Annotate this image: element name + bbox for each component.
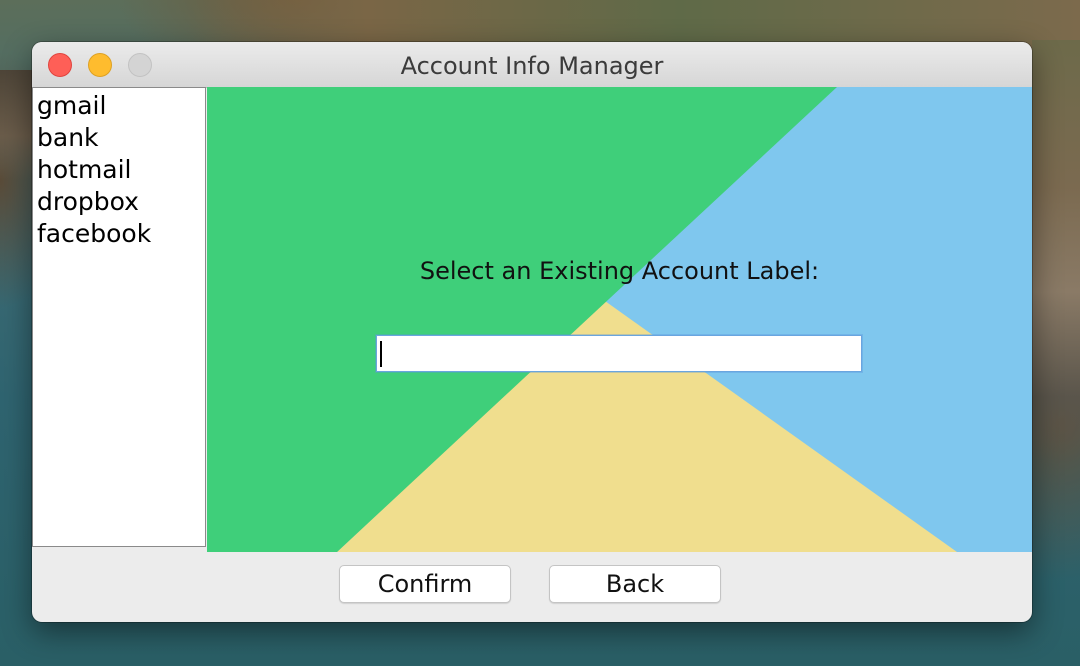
list-item[interactable]: dropbox (33, 186, 205, 218)
list-item[interactable]: bank (33, 122, 205, 154)
list-item[interactable]: facebook (33, 218, 205, 250)
back-button[interactable]: Back (549, 565, 721, 603)
content-panel: Select an Existing Account Label: (207, 87, 1032, 552)
title-bar[interactable]: Account Info Manager (32, 42, 1032, 88)
desktop-rock-left (0, 70, 34, 180)
desktop-rock-right (1032, 40, 1080, 460)
list-item[interactable]: gmail (33, 90, 205, 122)
list-item[interactable]: hotmail (33, 154, 205, 186)
text-caret (380, 341, 382, 367)
confirm-button[interactable]: Confirm (339, 565, 511, 603)
app-window: Account Info Manager gmail bank hotmail … (32, 42, 1032, 622)
select-account-prompt: Select an Existing Account Label: (419, 257, 820, 285)
window-title: Account Info Manager (400, 52, 664, 80)
account-label-input[interactable] (376, 335, 862, 372)
account-list[interactable]: gmail bank hotmail dropbox facebook (32, 87, 206, 547)
background-art (207, 87, 1032, 552)
